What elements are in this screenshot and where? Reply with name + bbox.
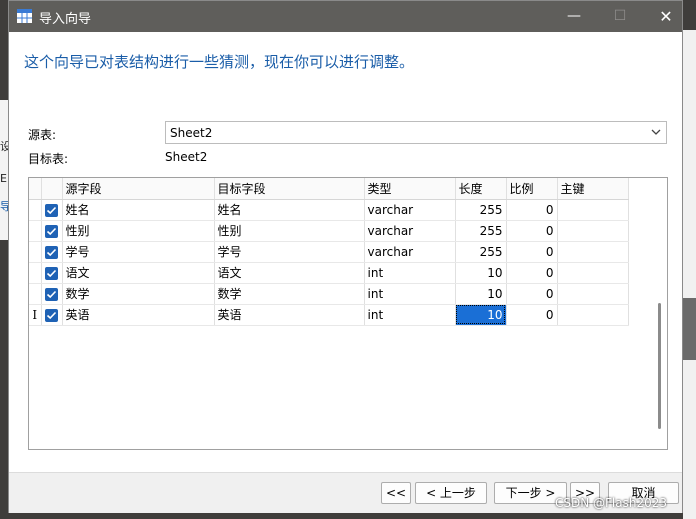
- wizard-instruction: 这个向导已对表结构进行一些猜测，现在你可以进行调整。: [24, 53, 415, 71]
- cell-length[interactable]: 10: [455, 262, 507, 284]
- cell-length[interactable]: 255: [455, 199, 507, 221]
- cell-target-field[interactable]: 学号: [214, 241, 365, 263]
- row-checkbox[interactable]: [45, 203, 58, 217]
- minimize-button[interactable]: —: [551, 1, 597, 32]
- cell-primary-key[interactable]: [557, 199, 629, 221]
- scrollbar-thumb[interactable]: [658, 303, 661, 429]
- cell-primary-key[interactable]: [557, 304, 629, 326]
- column-header-source-field[interactable]: 源字段: [62, 178, 215, 200]
- checkmark-icon: [46, 311, 57, 319]
- column-header-primary-key[interactable]: 主键: [557, 178, 629, 200]
- row-checkbox[interactable]: [45, 287, 58, 301]
- cell-scale[interactable]: 0: [506, 304, 558, 326]
- target-table-value: Sheet2: [165, 150, 208, 164]
- watermark: CSDN @Flash2023: [555, 496, 668, 510]
- column-header-type[interactable]: 类型: [364, 178, 456, 200]
- cell-type[interactable]: varchar: [364, 199, 456, 221]
- column-header-target-field[interactable]: 目标字段: [214, 178, 365, 200]
- cell-type[interactable]: int: [364, 304, 456, 326]
- checkmark-icon: [46, 248, 57, 256]
- table-import-icon: [17, 9, 32, 23]
- cell-source-field[interactable]: 性别: [62, 220, 215, 242]
- maximize-button[interactable]: ☐: [597, 1, 643, 32]
- window-title: 导入向导: [39, 12, 92, 27]
- column-header-length[interactable]: 长度: [455, 178, 507, 200]
- import-wizard-window: 导入向导 — ☐ ✕ 这个向导已对表结构进行一些猜测，现在你可以进行调整。 源表…: [8, 0, 683, 513]
- vertical-scrollbar[interactable]: [653, 178, 667, 449]
- checkmark-icon: [46, 227, 57, 235]
- cell-type[interactable]: varchar: [364, 220, 456, 242]
- close-button[interactable]: ✕: [643, 1, 689, 32]
- cell-source-field[interactable]: 数学: [62, 283, 215, 305]
- cell-scale[interactable]: 0: [506, 262, 558, 284]
- cell-scale[interactable]: 0: [506, 220, 558, 242]
- cell-scale[interactable]: 0: [506, 283, 558, 305]
- cell-primary-key[interactable]: [557, 220, 629, 242]
- cell-length-selected[interactable]: 10: [455, 304, 507, 326]
- cell-source-field[interactable]: 姓名: [62, 199, 215, 221]
- table-row[interactable]: 性别 性别 varchar 255 0: [29, 220, 629, 242]
- cell-length[interactable]: 255: [455, 220, 507, 242]
- field-mapping-grid[interactable]: 源字段 目标字段 类型 长度 比例 主键 姓名 姓名 varchar 255 0: [28, 177, 668, 450]
- cell-source-field[interactable]: 英语: [62, 304, 215, 326]
- table-row[interactable]: 语文 语文 int 10 0: [29, 262, 629, 284]
- row-checkbox[interactable]: [45, 245, 58, 259]
- row-indicator-cursor: I: [29, 304, 42, 326]
- cell-type[interactable]: int: [364, 262, 456, 284]
- row-checkbox[interactable]: [45, 266, 58, 280]
- checkmark-icon: [46, 269, 57, 277]
- cell-length[interactable]: 10: [455, 283, 507, 305]
- cell-source-field[interactable]: 语文: [62, 262, 215, 284]
- checkmark-icon: [46, 206, 57, 214]
- table-row[interactable]: 姓名 姓名 varchar 255 0: [29, 199, 629, 221]
- cell-target-field[interactable]: 语文: [214, 262, 365, 284]
- cell-target-field[interactable]: 性别: [214, 220, 365, 242]
- cell-primary-key[interactable]: [557, 283, 629, 305]
- cell-type[interactable]: int: [364, 283, 456, 305]
- column-header-scale[interactable]: 比例: [506, 178, 558, 200]
- field-mapping-table: 源字段 目标字段 类型 长度 比例 主键 姓名 姓名 varchar 255 0: [29, 178, 629, 326]
- table-row[interactable]: 学号 学号 varchar 255 0: [29, 241, 629, 263]
- table-header-row: 源字段 目标字段 类型 长度 比例 主键: [29, 178, 629, 200]
- cell-type[interactable]: varchar: [364, 241, 456, 263]
- cell-scale[interactable]: 0: [506, 241, 558, 263]
- source-table-label: 源表:: [28, 128, 57, 142]
- source-table-select[interactable]: Sheet2: [165, 121, 667, 144]
- title-bar[interactable]: 导入向导 — ☐ ✕: [9, 1, 682, 32]
- background-text: E: [0, 172, 7, 185]
- cell-target-field[interactable]: 姓名: [214, 199, 365, 221]
- cell-length[interactable]: 255: [455, 241, 507, 263]
- cell-source-field[interactable]: 学号: [62, 241, 215, 263]
- table-row-current[interactable]: I 英语 英语 int 10 0: [29, 304, 629, 326]
- cell-scale[interactable]: 0: [506, 199, 558, 221]
- row-checkbox[interactable]: [45, 224, 58, 238]
- checkmark-icon: [46, 290, 57, 298]
- chevron-down-icon: [651, 129, 661, 135]
- background-app-right: [683, 30, 696, 519]
- cell-primary-key[interactable]: [557, 262, 629, 284]
- target-table-label: 目标表:: [28, 152, 69, 166]
- cell-target-field[interactable]: 数学: [214, 283, 365, 305]
- cell-target-field[interactable]: 英语: [214, 304, 365, 326]
- table-row[interactable]: 数学 数学 int 10 0: [29, 283, 629, 305]
- previous-step-button[interactable]: < 上一步: [415, 482, 487, 504]
- row-checkbox[interactable]: [45, 308, 58, 322]
- source-table-value: Sheet2: [170, 126, 213, 140]
- first-step-button[interactable]: <<: [381, 482, 411, 504]
- cell-primary-key[interactable]: [557, 241, 629, 263]
